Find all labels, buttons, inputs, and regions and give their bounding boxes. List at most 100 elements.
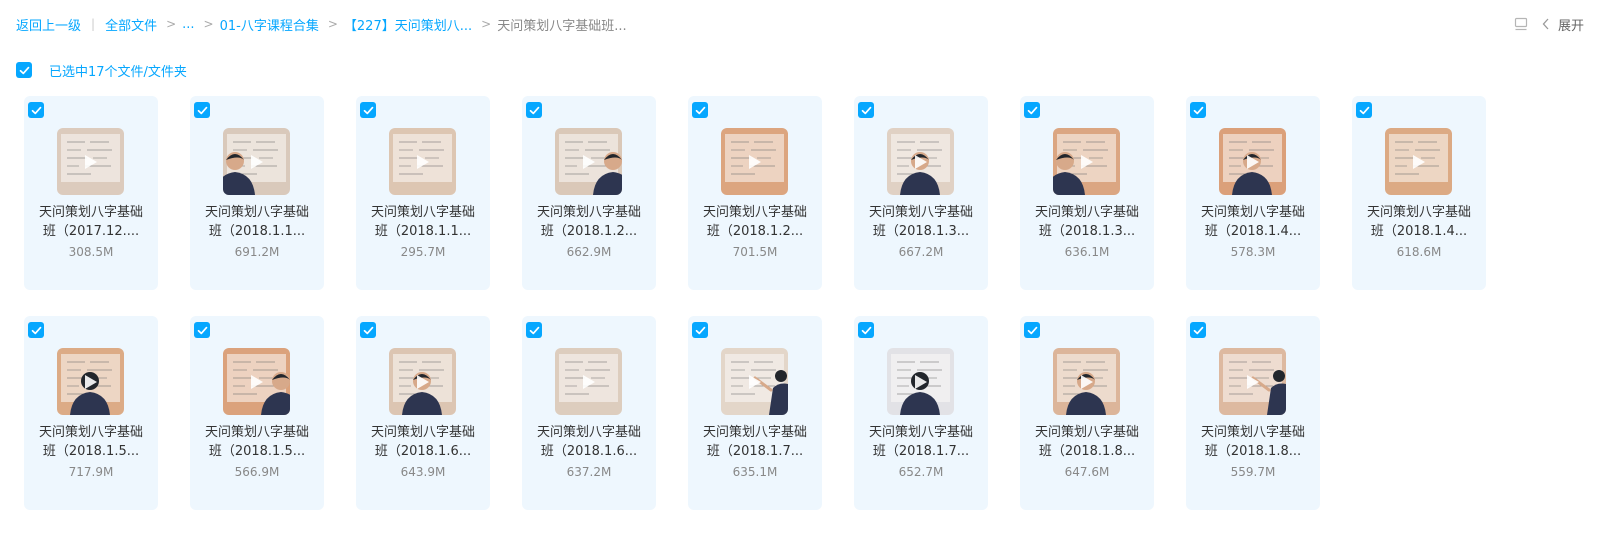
breadcrumb-folder-1[interactable]: 01-八字课程合集: [220, 15, 319, 34]
file-card-7[interactable]: 天问策划八字基础 班（2018.1.3... 636.1M: [1020, 96, 1154, 290]
file-checkbox[interactable]: [526, 322, 542, 338]
file-size: 636.1M: [1064, 245, 1110, 259]
file-name-line-2: 班（2018.1.8...: [1204, 444, 1302, 459]
video-thumbnail[interactable]: [887, 348, 954, 415]
file-checkbox[interactable]: [858, 102, 874, 118]
file-name-line-1: 天问策划八字基础: [38, 205, 143, 220]
file-card-1[interactable]: 天问策划八字基础 班（2017.12.... 308.5M: [24, 96, 158, 290]
file-name-line-2: 班（2018.1.6...: [540, 444, 638, 459]
file-card-15[interactable]: 天问策划八字基础 班（2018.1.7... 652.7M: [854, 316, 988, 510]
file-card-12[interactable]: 天问策划八字基础 班（2018.1.6... 643.9M: [356, 316, 490, 510]
file-name-line-1: 天问策划八字基础: [1200, 205, 1305, 220]
file-card-4[interactable]: 天问策划八字基础 班（2018.1.2... 662.9M: [522, 96, 656, 290]
file-name-line-2: 班（2018.1.8...: [1038, 444, 1136, 459]
file-name: 天问策划八字基础 班（2018.1.8...: [1186, 423, 1320, 461]
file-checkbox[interactable]: [360, 322, 376, 338]
video-thumbnail[interactable]: [1219, 348, 1286, 415]
file-card-9[interactable]: 天问策划八字基础 班（2018.1.4... 618.6M: [1352, 96, 1486, 290]
file-name: 天问策划八字基础 班（2018.1.5...: [190, 423, 324, 461]
breadcrumb-separator: >: [481, 17, 492, 31]
file-card-2[interactable]: 天问策划八字基础 班（2018.1.1... 691.2M: [190, 96, 324, 290]
file-name-line-1: 天问策划八字基础: [1034, 205, 1139, 220]
file-card-13[interactable]: 天问策划八字基础 班（2018.1.6... 637.2M: [522, 316, 656, 510]
video-thumbnail[interactable]: [887, 128, 954, 195]
video-thumbnail[interactable]: [1053, 348, 1120, 415]
file-checkbox[interactable]: [194, 102, 210, 118]
play-icon: [749, 375, 761, 389]
file-card-6[interactable]: 天问策划八字基础 班（2018.1.3... 667.2M: [854, 96, 988, 290]
file-name-line-1: 天问策划八字基础: [38, 425, 143, 440]
video-thumbnail[interactable]: [389, 128, 456, 195]
file-card-16[interactable]: 天问策划八字基础 班（2018.1.8... 647.6M: [1020, 316, 1154, 510]
file-card-17[interactable]: 天问策划八字基础 班（2018.1.8... 559.7M: [1186, 316, 1320, 510]
file-checkbox[interactable]: [526, 102, 542, 118]
checkmark-icon: [695, 326, 705, 334]
expand-button[interactable]: 展开: [1542, 15, 1584, 34]
file-checkbox[interactable]: [692, 322, 708, 338]
video-thumbnail[interactable]: [223, 348, 290, 415]
file-grid: 天问策划八字基础 班（2017.12.... 308.5M 天问策划八字基础 班…: [24, 96, 1486, 510]
file-checkbox[interactable]: [360, 102, 376, 118]
video-thumbnail[interactable]: [721, 348, 788, 415]
file-card-10[interactable]: 天问策划八字基础 班（2018.1.5... 717.9M: [24, 316, 158, 510]
checkmark-icon: [695, 106, 705, 114]
file-checkbox[interactable]: [28, 322, 44, 338]
breadcrumb-folder-2[interactable]: 【227】天问策划八...: [344, 15, 472, 34]
file-checkbox[interactable]: [1190, 102, 1206, 118]
file-name-line-2: 班（2018.1.4...: [1370, 224, 1468, 239]
file-checkbox[interactable]: [1024, 322, 1040, 338]
play-icon: [85, 375, 97, 389]
back-link[interactable]: 返回上一级: [16, 15, 81, 34]
play-icon: [583, 375, 595, 389]
file-name: 天问策划八字基础 班（2018.1.7...: [854, 423, 988, 461]
play-icon: [417, 375, 429, 389]
file-card-5[interactable]: 天问策划八字基础 班（2018.1.2... 701.5M: [688, 96, 822, 290]
video-thumbnail[interactable]: [1053, 128, 1120, 195]
file-name: 天问策划八字基础 班（2018.1.5...: [24, 423, 158, 461]
file-name-line-1: 天问策划八字基础: [204, 205, 309, 220]
file-checkbox[interactable]: [1356, 102, 1372, 118]
video-thumbnail[interactable]: [555, 348, 622, 415]
file-card-11[interactable]: 天问策划八字基础 班（2018.1.5... 566.9M: [190, 316, 324, 510]
file-checkbox[interactable]: [858, 322, 874, 338]
file-name-line-2: 班（2017.12....: [42, 224, 140, 239]
file-checkbox[interactable]: [28, 102, 44, 118]
play-icon: [1081, 375, 1093, 389]
file-name-line-2: 班（2018.1.4...: [1204, 224, 1302, 239]
file-checkbox[interactable]: [692, 102, 708, 118]
file-size: 566.9M: [234, 465, 280, 479]
video-thumbnail[interactable]: [1385, 128, 1452, 195]
checkmark-icon: [197, 326, 207, 334]
file-checkbox[interactable]: [1024, 102, 1040, 118]
file-name-line-2: 班（2018.1.7...: [872, 444, 970, 459]
file-name-line-1: 天问策划八字基础: [1200, 425, 1305, 440]
file-name: 天问策划八字基础 班（2018.1.6...: [522, 423, 656, 461]
file-name: 天问策划八字基础 班（2018.1.1...: [190, 203, 324, 241]
list-view-icon[interactable]: [1514, 17, 1528, 31]
file-name-line-1: 天问策划八字基础: [702, 425, 807, 440]
checkmark-icon: [861, 106, 871, 114]
selection-count-label: 已选中17个文件/文件夹: [49, 64, 187, 80]
select-all-checkbox[interactable]: [16, 62, 32, 78]
play-icon: [915, 155, 927, 169]
video-thumbnail[interactable]: [721, 128, 788, 195]
breadcrumb-divider: |: [91, 17, 96, 31]
video-thumbnail[interactable]: [57, 348, 124, 415]
file-name-line-1: 天问策划八字基础: [536, 205, 641, 220]
video-thumbnail[interactable]: [57, 128, 124, 195]
file-checkbox[interactable]: [1190, 322, 1206, 338]
video-thumbnail[interactable]: [555, 128, 622, 195]
breadcrumb-ellipsis[interactable]: ...: [182, 17, 194, 32]
play-icon: [1247, 375, 1259, 389]
checkmark-icon: [363, 106, 373, 114]
file-card-14[interactable]: 天问策划八字基础 班（2018.1.7... 635.1M: [688, 316, 822, 510]
video-thumbnail[interactable]: [389, 348, 456, 415]
checkmark-icon: [363, 326, 373, 334]
file-card-8[interactable]: 天问策划八字基础 班（2018.1.4... 578.3M: [1186, 96, 1320, 290]
file-checkbox[interactable]: [194, 322, 210, 338]
video-thumbnail[interactable]: [223, 128, 290, 195]
breadcrumb-all-files[interactable]: 全部文件: [105, 15, 157, 34]
video-thumbnail[interactable]: [1219, 128, 1286, 195]
toolbar-right: 展开: [1514, 13, 1584, 35]
file-card-3[interactable]: 天问策划八字基础 班（2018.1.1... 295.7M: [356, 96, 490, 290]
